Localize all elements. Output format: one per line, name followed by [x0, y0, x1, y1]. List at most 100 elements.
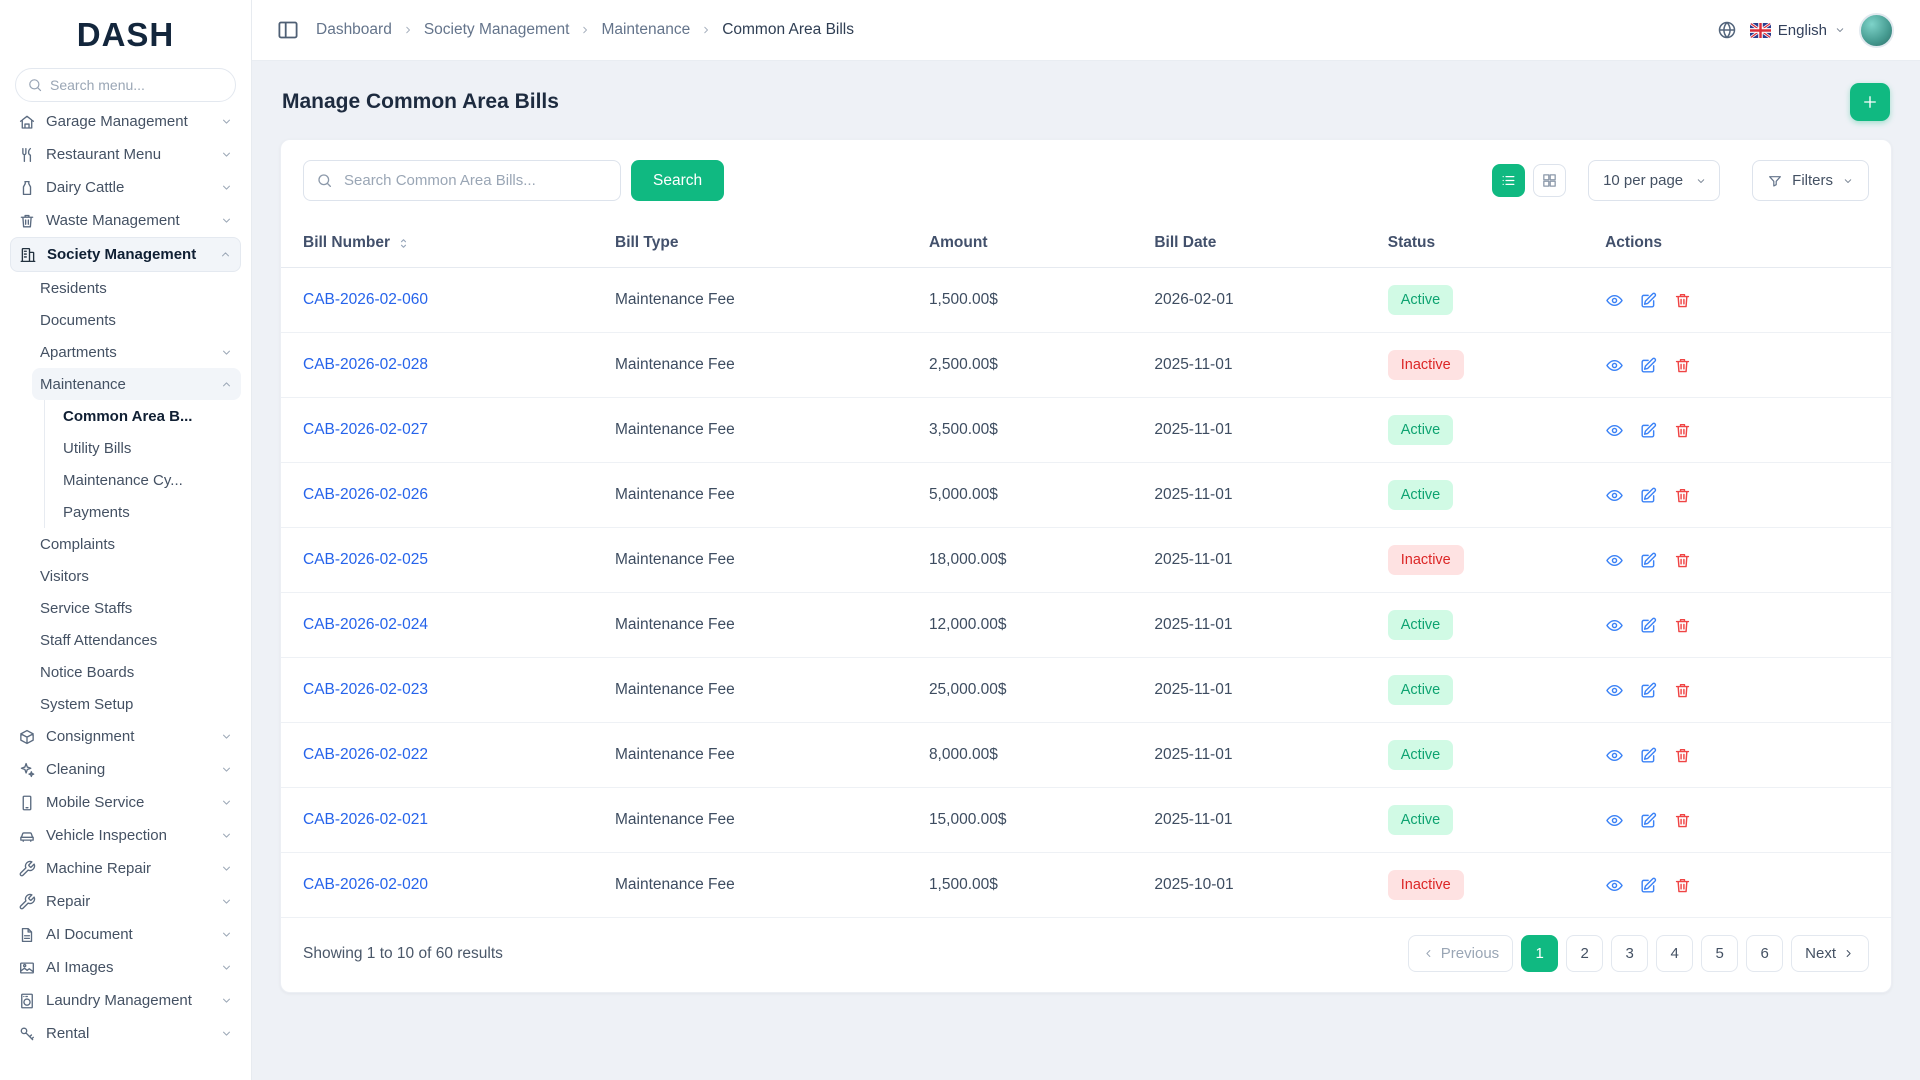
bill-number-link[interactable]: CAB-2026-02-021: [303, 811, 428, 828]
edit-button[interactable]: [1639, 420, 1659, 440]
column-header-bill-type[interactable]: Bill Type: [603, 219, 917, 268]
sidebar-toggle-button[interactable]: [276, 18, 300, 42]
sidebar-item-complaints[interactable]: Complaints: [32, 528, 241, 560]
view-button[interactable]: [1605, 810, 1625, 830]
add-bill-button[interactable]: [1850, 83, 1890, 121]
delete-button[interactable]: [1673, 745, 1693, 765]
column-header-actions[interactable]: Actions: [1593, 219, 1891, 268]
bill-number-link[interactable]: CAB-2026-02-026: [303, 486, 428, 503]
sidebar-search-input[interactable]: [15, 68, 236, 102]
edit-button[interactable]: [1639, 615, 1659, 635]
edit-button[interactable]: [1639, 485, 1659, 505]
bill-number-link[interactable]: CAB-2026-02-060: [303, 291, 428, 308]
edit-button[interactable]: [1639, 290, 1659, 310]
sidebar-item-dairy-cattle[interactable]: Dairy Cattle: [10, 171, 241, 204]
page-button-5[interactable]: 5: [1701, 935, 1739, 972]
sidebar-item-apartments[interactable]: Apartments: [32, 336, 241, 368]
page-button-6[interactable]: 6: [1746, 935, 1784, 972]
bill-number-link[interactable]: CAB-2026-02-023: [303, 681, 428, 698]
bills-search-input[interactable]: [303, 160, 621, 201]
view-button[interactable]: [1605, 680, 1625, 700]
bill-number-link[interactable]: CAB-2026-02-027: [303, 421, 428, 438]
page-button-1[interactable]: 1: [1521, 935, 1559, 972]
edit-button[interactable]: [1639, 355, 1659, 375]
bill-number-link[interactable]: CAB-2026-02-024: [303, 616, 428, 633]
sidebar-item-utility-bills[interactable]: Utility Bills: [55, 432, 241, 464]
status-cell: Inactive: [1375, 527, 1594, 593]
sidebar-item-documents[interactable]: Documents: [32, 304, 241, 336]
delete-button[interactable]: [1673, 485, 1693, 505]
page-button-2[interactable]: 2: [1566, 935, 1604, 972]
sidebar-item-repair[interactable]: Repair: [10, 885, 241, 918]
delete-button[interactable]: [1673, 615, 1693, 635]
breadcrumb-item-maintenance[interactable]: Maintenance: [601, 21, 690, 39]
breadcrumb-item-society-management[interactable]: Society Management: [424, 21, 570, 39]
delete-button[interactable]: [1673, 290, 1693, 310]
list-view-toggle[interactable]: [1492, 164, 1526, 197]
sidebar-item-rental[interactable]: Rental: [10, 1017, 241, 1050]
previous-page-button[interactable]: Previous: [1407, 935, 1514, 972]
sidebar-item-vehicle-inspection[interactable]: Vehicle Inspection: [10, 819, 241, 852]
sidebar-item-laundry-management[interactable]: Laundry Management: [10, 984, 241, 1017]
view-button[interactable]: [1605, 875, 1625, 895]
column-header-bill-number[interactable]: Bill Number: [281, 219, 603, 268]
breadcrumb-item-dashboard[interactable]: Dashboard: [316, 21, 392, 39]
sidebar-item-maintenance[interactable]: Maintenance: [32, 368, 241, 400]
edit-button[interactable]: [1639, 550, 1659, 570]
grid-view-toggle[interactable]: [1533, 164, 1567, 197]
sidebar-item-payments[interactable]: Payments: [55, 496, 241, 528]
view-button[interactable]: [1605, 615, 1625, 635]
filters-button[interactable]: Filters: [1752, 160, 1869, 201]
delete-button[interactable]: [1673, 810, 1693, 830]
language-globe-button[interactable]: [1717, 20, 1737, 40]
next-page-button[interactable]: Next: [1791, 935, 1869, 972]
delete-button[interactable]: [1673, 875, 1693, 895]
sidebar-item-system-setup[interactable]: System Setup: [32, 688, 241, 720]
edit-button[interactable]: [1639, 875, 1659, 895]
sidebar-item-garage-management[interactable]: Garage Management: [10, 112, 241, 138]
edit-button[interactable]: [1639, 810, 1659, 830]
page-button-3[interactable]: 3: [1611, 935, 1649, 972]
sidebar-item-common-area-b[interactable]: Common Area B...: [55, 400, 241, 432]
sidebar-item-waste-management[interactable]: Waste Management: [10, 204, 241, 237]
search-button[interactable]: Search: [631, 160, 725, 201]
delete-button[interactable]: [1673, 355, 1693, 375]
per-page-select[interactable]: 10 per page: [1588, 160, 1721, 201]
sidebar-item-ai-images[interactable]: AI Images: [10, 951, 241, 984]
view-button[interactable]: [1605, 745, 1625, 765]
column-header-status[interactable]: Status: [1375, 219, 1594, 268]
edit-button[interactable]: [1639, 745, 1659, 765]
delete-button[interactable]: [1673, 550, 1693, 570]
sidebar-item-visitors[interactable]: Visitors: [32, 560, 241, 592]
sidebar-item-maintenance-cy[interactable]: Maintenance Cy...: [55, 464, 241, 496]
sidebar-item-ai-document[interactable]: AI Document: [10, 918, 241, 951]
view-button[interactable]: [1605, 550, 1625, 570]
column-header-bill-date[interactable]: Bill Date: [1142, 219, 1376, 268]
sidebar-item-service-staffs[interactable]: Service Staffs: [32, 592, 241, 624]
bill-number-link[interactable]: CAB-2026-02-020: [303, 876, 428, 893]
language-selector[interactable]: English: [1749, 22, 1846, 39]
view-button[interactable]: [1605, 485, 1625, 505]
sidebar-item-consignment[interactable]: Consignment: [10, 720, 241, 753]
sidebar-item-notice-boards[interactable]: Notice Boards: [32, 656, 241, 688]
bill-number-link[interactable]: CAB-2026-02-022: [303, 746, 428, 763]
column-header-amount[interactable]: Amount: [916, 219, 1143, 268]
page-button-4[interactable]: 4: [1656, 935, 1694, 972]
sidebar-item-restaurant-menu[interactable]: Restaurant Menu: [10, 138, 241, 171]
view-button[interactable]: [1605, 420, 1625, 440]
delete-button[interactable]: [1673, 420, 1693, 440]
sidebar-item-machine-repair[interactable]: Machine Repair: [10, 852, 241, 885]
edit-button[interactable]: [1639, 680, 1659, 700]
view-button[interactable]: [1605, 290, 1625, 310]
user-avatar[interactable]: [1859, 12, 1894, 48]
bill-number-link[interactable]: CAB-2026-02-025: [303, 551, 428, 568]
view-button[interactable]: [1605, 355, 1625, 375]
sidebar-item-staff-attendances[interactable]: Staff Attendances: [32, 624, 241, 656]
sidebar-item-cleaning[interactable]: Cleaning: [10, 753, 241, 786]
delete-button[interactable]: [1673, 680, 1693, 700]
breadcrumb-item-common-area-bills[interactable]: Common Area Bills: [722, 21, 854, 39]
bill-number-link[interactable]: CAB-2026-02-028: [303, 356, 428, 373]
sidebar-item-society-management[interactable]: Society Management: [10, 237, 241, 272]
sidebar-item-mobile-service[interactable]: Mobile Service: [10, 786, 241, 819]
sidebar-item-residents[interactable]: Residents: [32, 272, 241, 304]
